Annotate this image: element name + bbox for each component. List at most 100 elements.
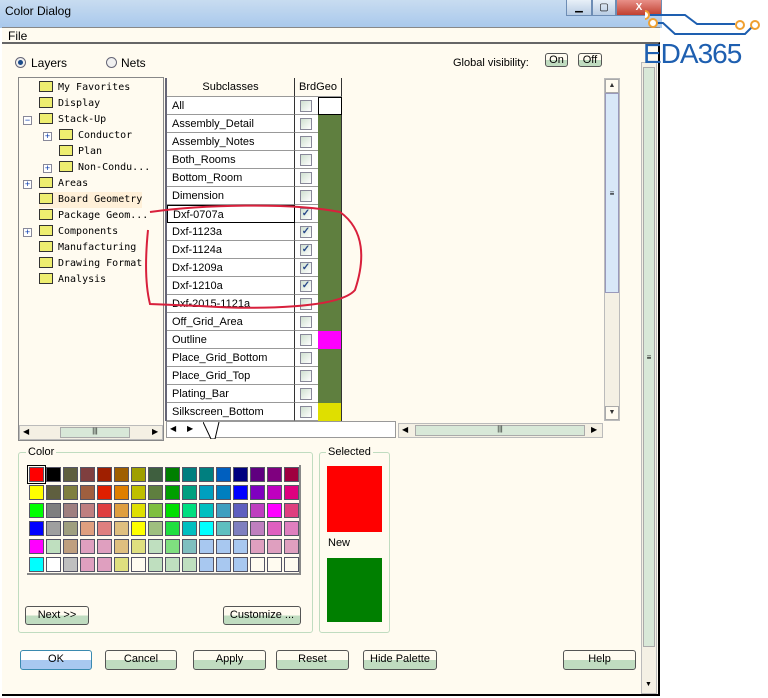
scroll-thumb[interactable]: ≡ (643, 67, 655, 647)
table-row[interactable]: Silkscreen_Bottom (167, 403, 342, 421)
tree-item[interactable]: Analysis (39, 272, 106, 288)
color-swatch[interactable] (318, 133, 342, 151)
palette-color[interactable] (216, 557, 231, 572)
palette-color[interactable] (165, 467, 180, 482)
color-swatch[interactable] (318, 367, 342, 385)
tree-item[interactable]: Plan (59, 144, 102, 160)
color-swatch[interactable] (318, 97, 342, 115)
palette-color[interactable] (80, 467, 95, 482)
scroll-thumb[interactable]: ||| (415, 425, 585, 436)
palette-color[interactable] (97, 485, 112, 500)
tree-item[interactable]: Conductor (59, 128, 132, 144)
color-swatch[interactable] (318, 115, 342, 133)
palette-color[interactable] (233, 485, 248, 500)
palette-color[interactable] (97, 539, 112, 554)
palette-color[interactable] (63, 521, 78, 536)
palette-color[interactable] (148, 467, 163, 482)
table-hscrollbar[interactable]: ◀ ||| ▶ (398, 423, 603, 438)
palette-color[interactable] (46, 557, 61, 572)
nets-radio[interactable] (106, 57, 117, 68)
palette-color[interactable] (233, 539, 248, 554)
color-swatch[interactable] (318, 403, 342, 421)
tree-item[interactable]: Drawing Format (39, 256, 142, 272)
tree-hscrollbar[interactable]: ◀ ||| ▶ (19, 425, 163, 440)
palette-color[interactable] (250, 539, 265, 554)
palette-color[interactable] (46, 485, 61, 500)
visibility-checkbox[interactable] (300, 118, 312, 130)
visibility-checkbox[interactable] (300, 370, 312, 382)
tab-right-arrow[interactable]: ▶ (187, 424, 193, 433)
hide-palette-button[interactable]: Hide Palette (363, 650, 437, 670)
table-row[interactable]: Both_Rooms (167, 151, 342, 169)
maximize-button[interactable]: ▢ (592, 0, 616, 16)
palette-color[interactable] (250, 467, 265, 482)
palette-color[interactable] (131, 467, 146, 482)
palette-color[interactable] (80, 503, 95, 518)
expand-icon[interactable]: + (23, 228, 32, 237)
tree-item[interactable]: Display (39, 96, 100, 112)
palette-color[interactable] (165, 521, 180, 536)
table-row[interactable]: Place_Grid_Bottom (167, 349, 342, 367)
palette-color[interactable] (267, 467, 282, 482)
palette-color[interactable] (165, 485, 180, 500)
palette-color[interactable] (250, 503, 265, 518)
cancel-button[interactable]: Cancel (105, 650, 177, 670)
palette-color[interactable] (182, 521, 197, 536)
palette-color[interactable] (80, 485, 95, 500)
palette-color[interactable] (131, 503, 146, 518)
visibility-checkbox[interactable] (300, 406, 312, 418)
palette-color[interactable] (148, 503, 163, 518)
visibility-checkbox[interactable] (300, 316, 312, 328)
apply-button[interactable]: Apply (193, 650, 266, 670)
palette-color[interactable] (46, 467, 61, 482)
palette-color[interactable] (63, 539, 78, 554)
palette-color[interactable] (199, 485, 214, 500)
palette-color[interactable] (46, 521, 61, 536)
palette-color[interactable] (63, 503, 78, 518)
palette-color[interactable] (29, 539, 44, 554)
tree-item[interactable]: Board Geometry (39, 192, 143, 208)
palette-color[interactable] (80, 539, 95, 554)
palette-color[interactable] (63, 557, 78, 572)
palette-color[interactable] (182, 557, 197, 572)
expand-icon[interactable]: + (23, 180, 32, 189)
palette-color[interactable] (284, 557, 299, 572)
palette-color[interactable] (114, 557, 129, 572)
color-swatch[interactable] (318, 349, 342, 367)
table-row[interactable]: Off_Grid_Area (167, 313, 342, 331)
palette-color[interactable] (216, 503, 231, 518)
color-swatch[interactable] (318, 331, 342, 349)
visibility-checkbox[interactable] (300, 352, 312, 364)
color-swatch[interactable] (318, 169, 342, 187)
palette-color[interactable] (29, 521, 44, 536)
palette-color[interactable] (148, 539, 163, 554)
expand-icon[interactable]: + (43, 132, 52, 141)
palette-color[interactable] (182, 467, 197, 482)
palette-color[interactable] (182, 539, 197, 554)
visibility-on-button[interactable]: On (545, 53, 568, 67)
palette-color[interactable] (267, 503, 282, 518)
palette-color[interactable] (114, 467, 129, 482)
palette-color[interactable] (97, 557, 112, 572)
palette-color[interactable] (131, 485, 146, 500)
tree-item[interactable]: Stack-Up (39, 112, 106, 128)
menu-file[interactable]: File (8, 29, 27, 43)
palette-color[interactable] (131, 557, 146, 572)
palette-color[interactable] (199, 467, 214, 482)
color-swatch[interactable] (318, 385, 342, 403)
table-row[interactable]: All (167, 97, 342, 115)
visibility-checkbox[interactable] (300, 334, 312, 346)
palette-color[interactable] (114, 485, 129, 500)
palette-color[interactable] (267, 521, 282, 536)
palette-color[interactable] (216, 485, 231, 500)
table-row[interactable]: Bottom_Room (167, 169, 342, 187)
ok-button[interactable]: OK (20, 650, 92, 670)
palette-color[interactable] (284, 539, 299, 554)
palette-color[interactable] (233, 521, 248, 536)
tree-item[interactable]: Areas (39, 176, 88, 192)
scroll-thumb[interactable]: ||| (60, 427, 130, 438)
palette-color[interactable] (63, 467, 78, 482)
minimize-button[interactable]: ▁ (566, 0, 592, 16)
palette-color[interactable] (233, 557, 248, 572)
palette-color[interactable] (148, 521, 163, 536)
